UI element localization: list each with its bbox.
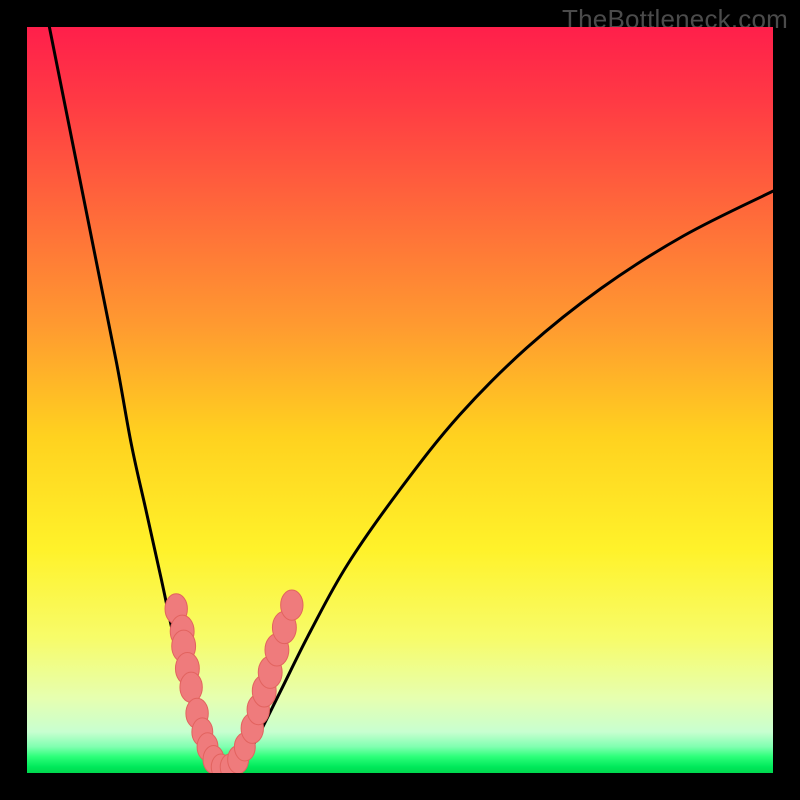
data-marker (281, 590, 303, 620)
chart-frame (27, 27, 773, 773)
marker-group (165, 590, 303, 773)
bottleneck-curve (49, 27, 773, 771)
bottleneck-curve-layer (27, 27, 773, 773)
data-marker (180, 672, 202, 702)
